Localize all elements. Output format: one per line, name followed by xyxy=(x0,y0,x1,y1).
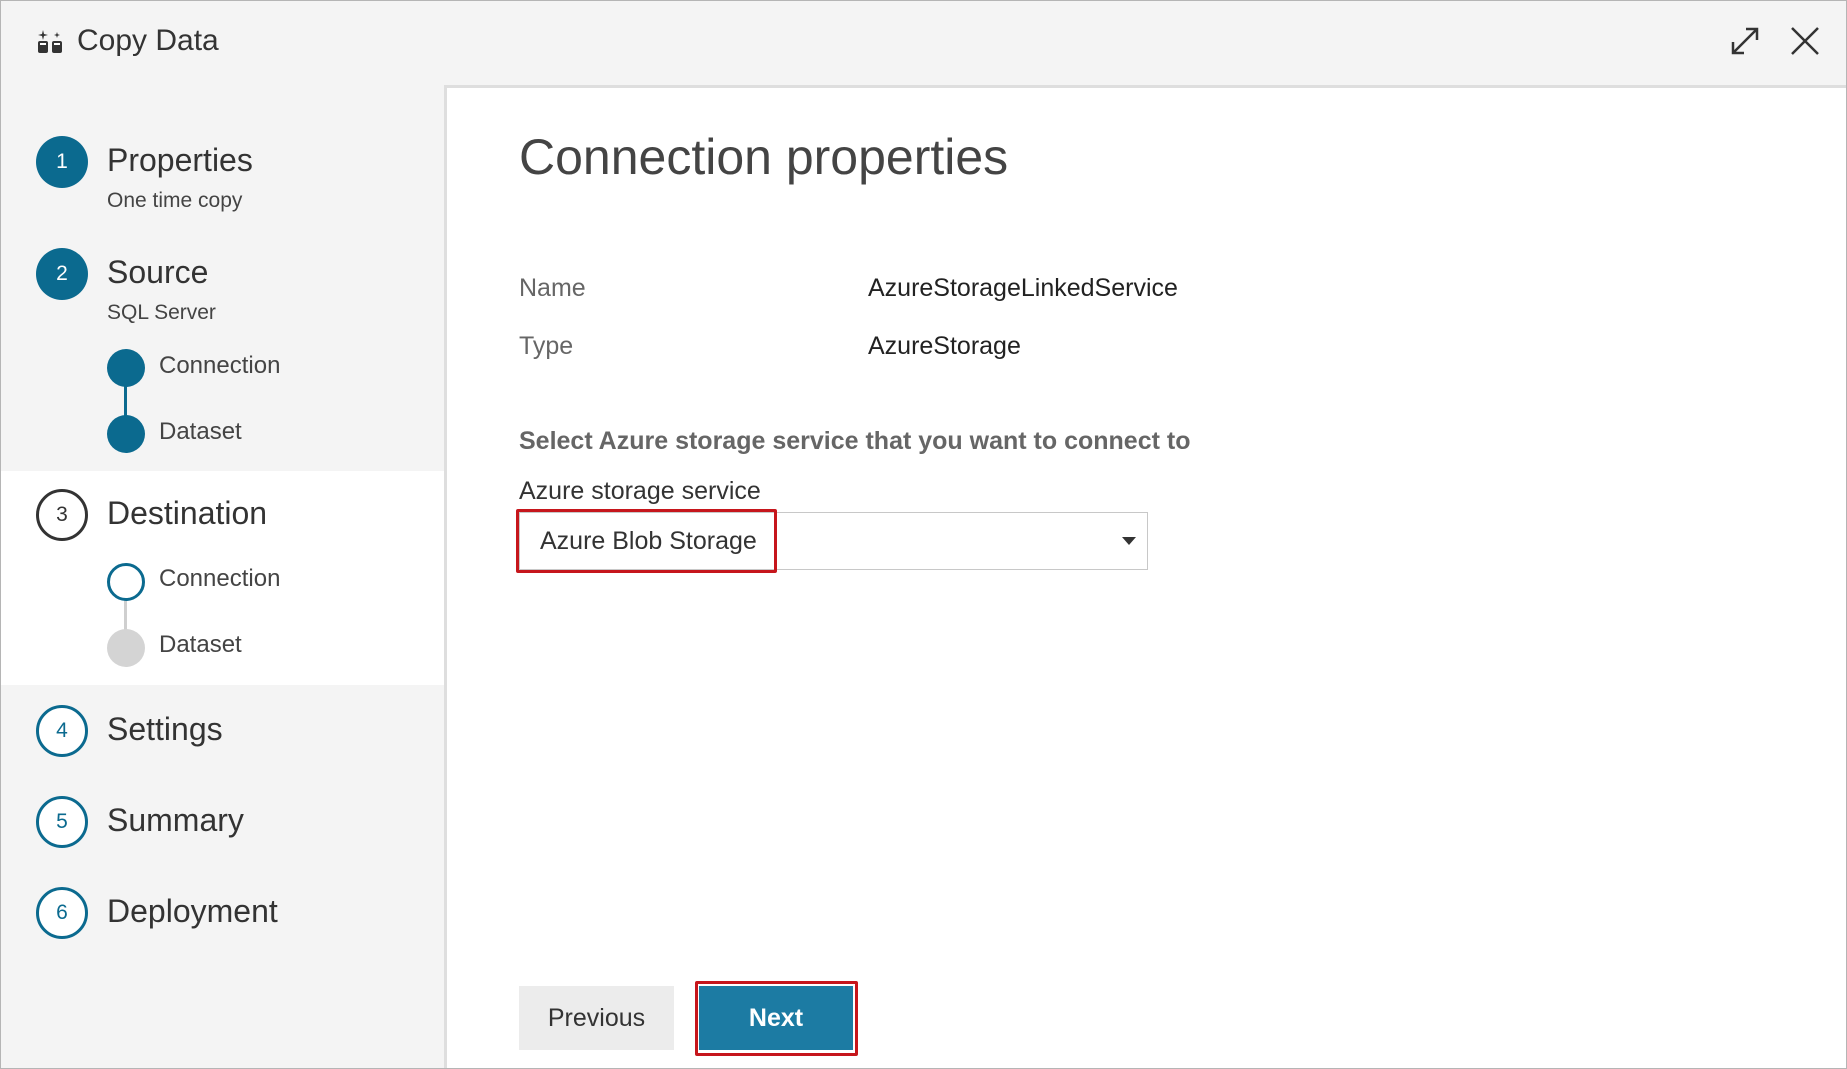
title-bar: Copy Data xyxy=(1,1,1846,85)
step-summary-title: Summary xyxy=(107,802,244,838)
storage-service-selected-value: Azure Blob Storage xyxy=(540,527,757,555)
name-label: Name xyxy=(519,274,586,302)
step-3-circle[interactable]: 3 xyxy=(36,489,88,541)
chevron-down-icon xyxy=(1122,537,1136,545)
expand-icon xyxy=(1731,27,1759,55)
wizard-steps-sidebar: 1 Properties One time copy 2 Source SQL … xyxy=(1,85,444,1068)
source-connection-label[interactable]: Connection xyxy=(159,352,280,380)
previous-button[interactable]: Previous xyxy=(519,986,674,1050)
step-source-title[interactable]: Source xyxy=(107,254,208,291)
source-connection-dot xyxy=(107,349,145,387)
step-settings-title: Settings xyxy=(107,711,223,747)
destination-connection-dot xyxy=(107,563,145,601)
close-icon xyxy=(1791,27,1819,55)
next-button[interactable]: Next xyxy=(699,986,853,1050)
expand-button[interactable] xyxy=(1727,23,1763,59)
main-panel: Connection properties Name AzureStorageL… xyxy=(444,85,1846,1068)
step-deployment-title: Deployment xyxy=(107,893,278,929)
step-1-circle[interactable]: 1 xyxy=(36,136,88,188)
step-properties-subtitle: One time copy xyxy=(107,189,243,212)
step-6-circle: 6 xyxy=(36,887,88,939)
step-4-circle: 4 xyxy=(36,705,88,757)
name-value: AzureStorageLinkedService xyxy=(868,274,1178,302)
step-source-subtitle: SQL Server xyxy=(107,301,216,324)
source-dataset-dot xyxy=(107,415,145,453)
step-5-circle: 5 xyxy=(36,796,88,848)
step-destination-title[interactable]: Destination xyxy=(107,495,267,532)
close-button[interactable] xyxy=(1787,23,1823,59)
copy-data-window: Copy Data 1 Properties One time copy 2 S… xyxy=(0,0,1847,1069)
page-title: Connection properties xyxy=(519,129,1009,185)
step-2-circle[interactable]: 2 xyxy=(36,248,88,300)
destination-connection-label[interactable]: Connection xyxy=(159,565,280,593)
window-title: Copy Data xyxy=(77,24,219,57)
destination-dataset-label: Dataset xyxy=(159,631,242,658)
step-properties-title[interactable]: Properties xyxy=(107,142,253,179)
storage-service-label: Azure storage service xyxy=(519,477,761,505)
section-heading: Select Azure storage service that you wa… xyxy=(519,427,1191,455)
storage-service-select[interactable]: Azure Blob Storage xyxy=(519,512,1148,570)
type-label: Type xyxy=(519,332,574,360)
type-value: AzureStorage xyxy=(868,332,1021,360)
copy-data-icon xyxy=(38,30,62,53)
source-dataset-label[interactable]: Dataset xyxy=(159,418,242,446)
destination-dataset-dot xyxy=(107,629,145,667)
